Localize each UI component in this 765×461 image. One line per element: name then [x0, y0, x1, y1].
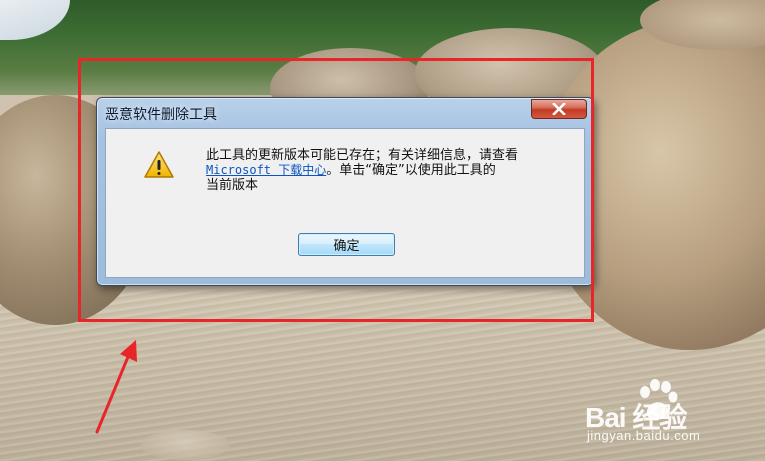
watermark-url: jingyan.baidu.com — [587, 428, 701, 443]
wallpaper-pebble — [140, 430, 230, 460]
baidu-jingyan-watermark: Bai 经验 jingyan.baidu.com — [585, 378, 745, 448]
annotation-arrow-icon — [95, 340, 137, 434]
highlight-box — [78, 58, 594, 322]
